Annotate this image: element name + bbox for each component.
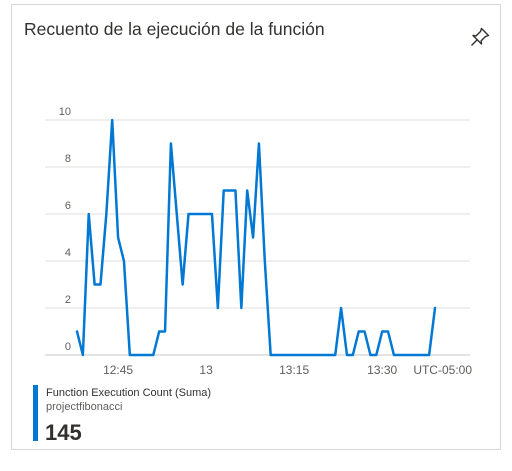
y-tick-label: 4 (65, 247, 71, 259)
x-tick-label: 12:45 (103, 363, 133, 377)
legend-series-name: Function Execution Count (Suma) (46, 387, 212, 399)
x-tick-label: 13 (199, 363, 213, 377)
legend-resource-name: projectfibonacci (46, 401, 123, 413)
x-tick-label: 13:30 (367, 363, 397, 377)
y-tick-label: 8 (65, 153, 71, 165)
y-tick-label: 6 (65, 200, 71, 212)
legend-color-bar (33, 385, 38, 441)
y-tick-label: 0 (65, 341, 71, 353)
series-line (75, 118, 437, 357)
timezone-label: UTC-05:00 (413, 363, 472, 377)
y-tick-label: 2 (65, 294, 71, 306)
y-tick-label: 10 (59, 106, 71, 118)
legend-total-value: 145 (45, 420, 82, 445)
x-tick-label: 13:15 (279, 363, 309, 377)
